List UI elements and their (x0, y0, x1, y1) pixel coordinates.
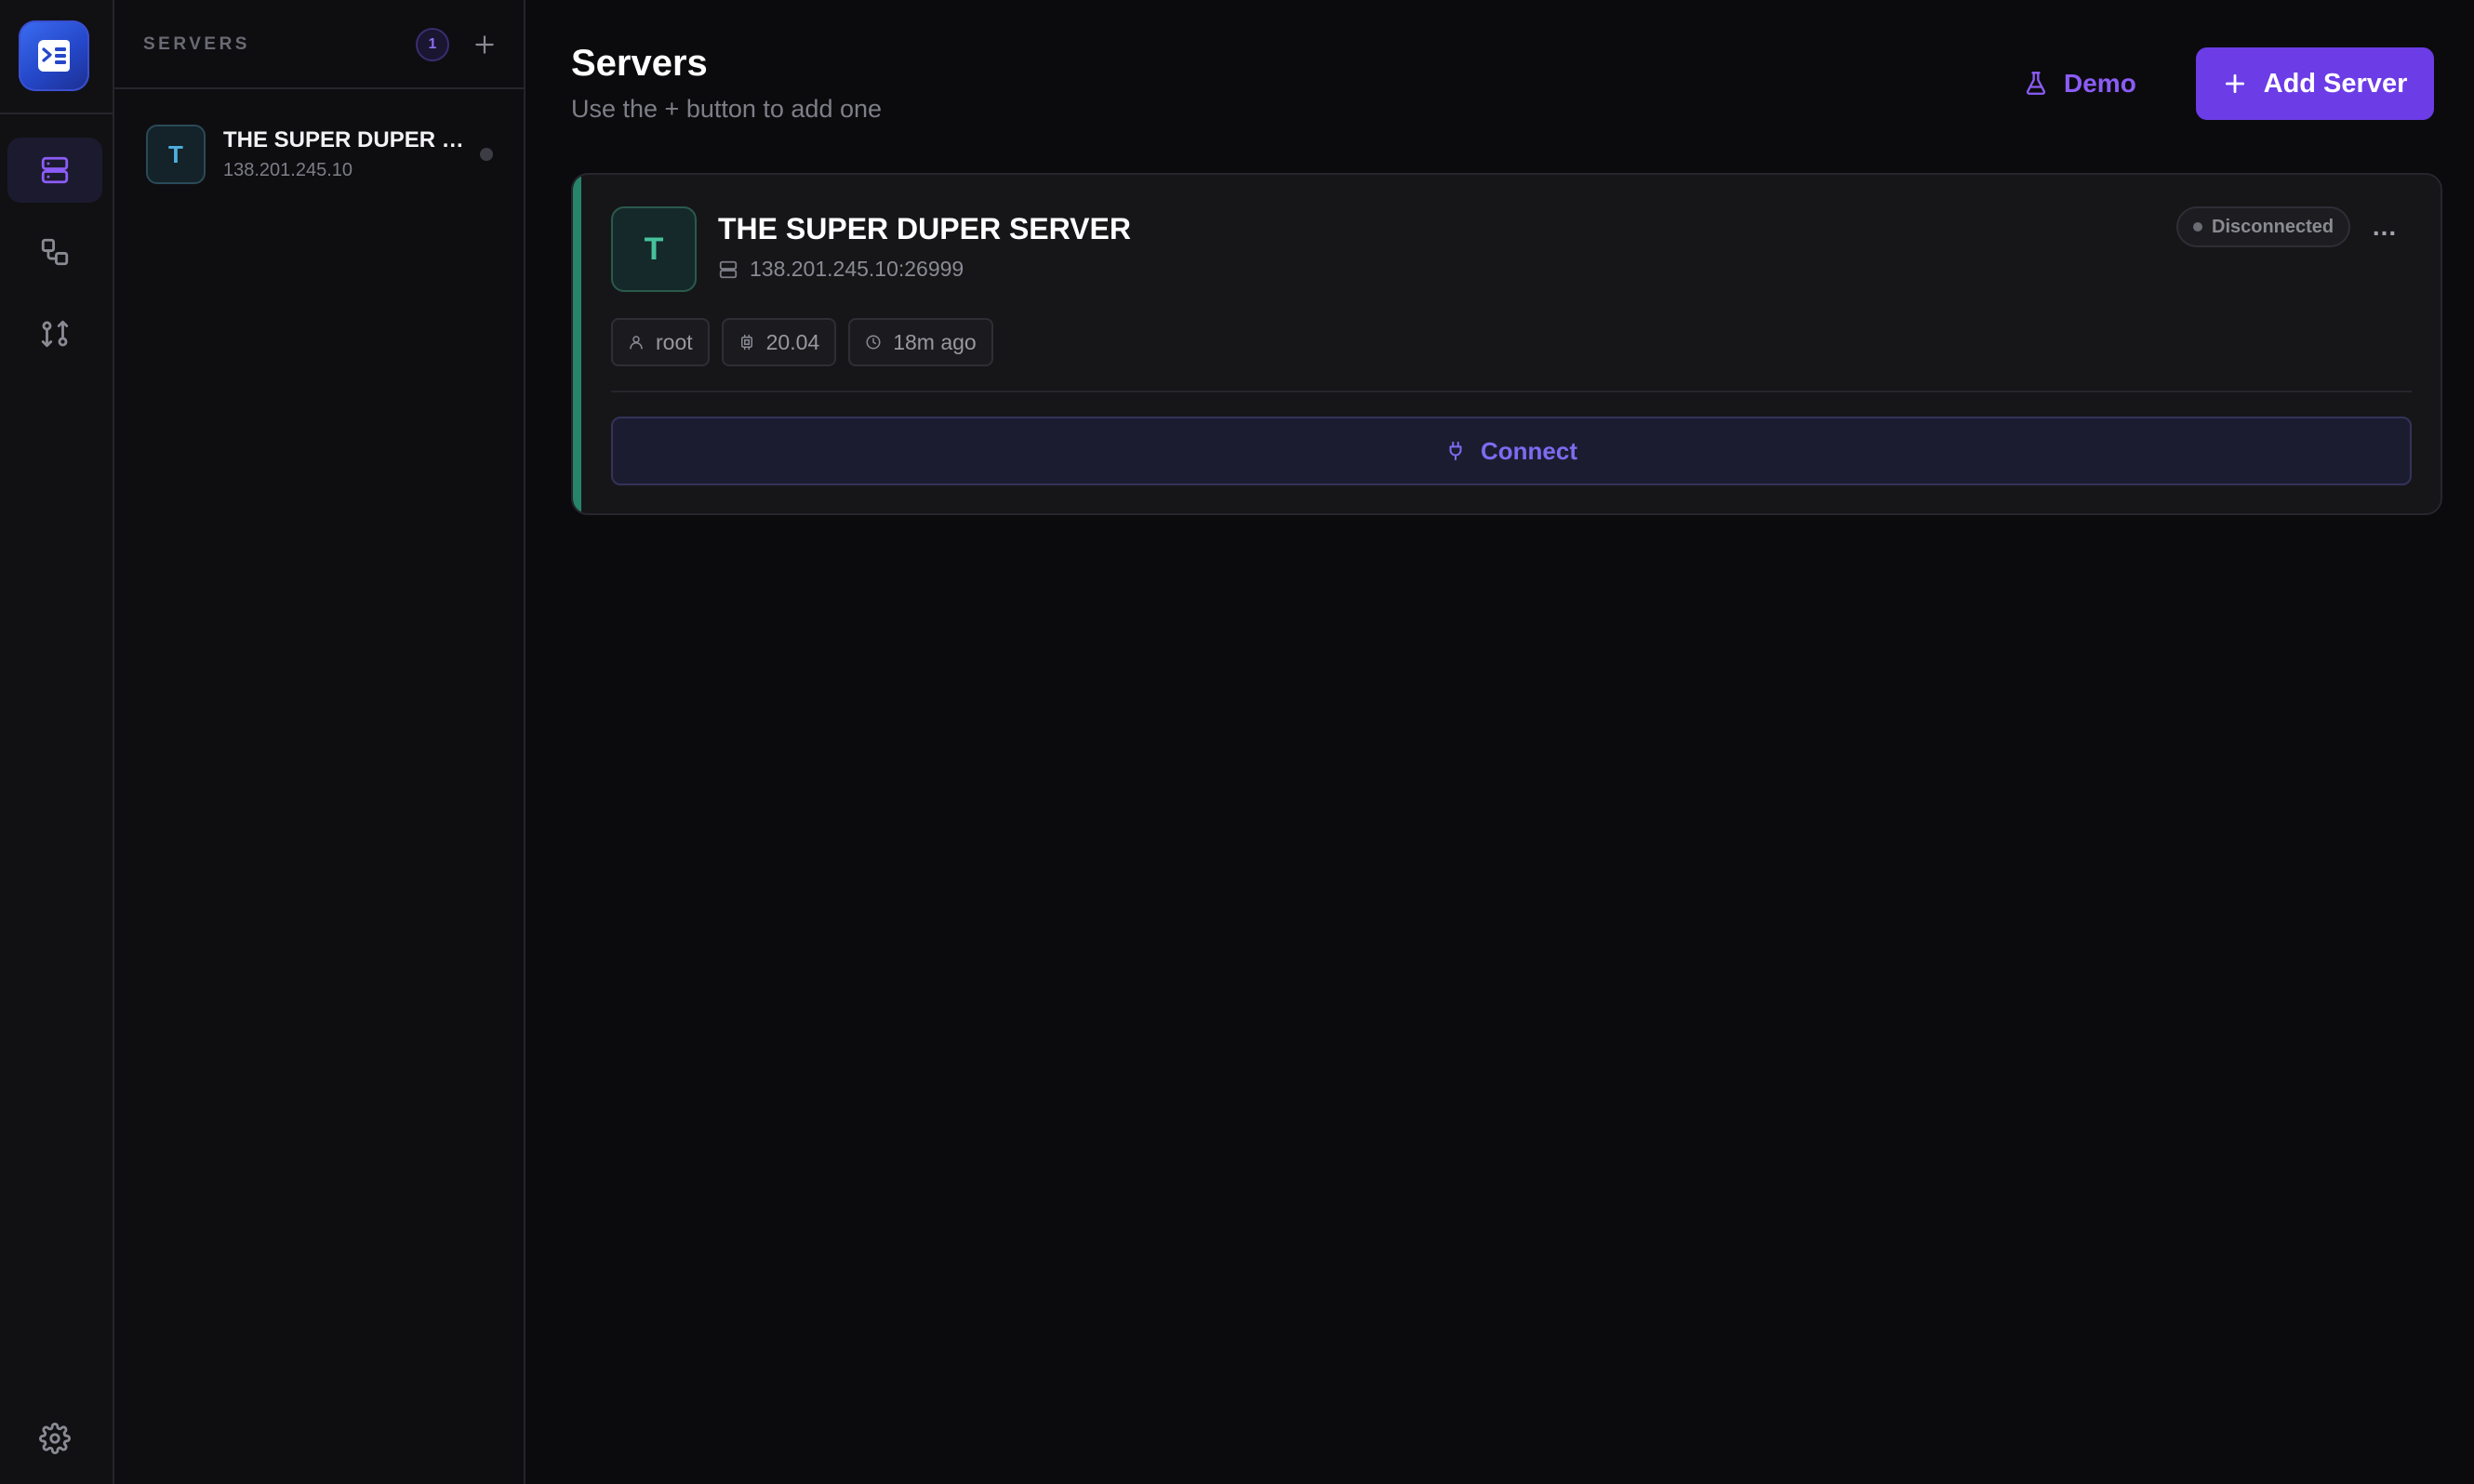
server-card-address-text: 138.201.245.10:26999 (750, 257, 964, 281)
terminal-logo-icon (38, 40, 70, 72)
transfer-icon (41, 320, 69, 348)
server-list-title: SERVERS (143, 34, 250, 54)
user-chip: root (611, 318, 710, 366)
last-seen-chip: 18m ago (848, 318, 993, 366)
server-list-header: SERVERS 1 (114, 0, 524, 89)
card-accent-bar (573, 175, 581, 513)
app-logo[interactable] (19, 20, 89, 91)
user-icon (630, 336, 643, 350)
demo-button[interactable]: Demo (2023, 54, 2209, 113)
demo-button-label: Demo (2064, 69, 2136, 98)
add-server-plus-button[interactable] (466, 26, 503, 63)
server-card-address: 138.201.245.10:26999 (718, 257, 964, 282)
server-list-item[interactable]: T THE SUPER DUPER SERVER 138.201.245.10 (126, 108, 511, 197)
rail-logo-area (0, 0, 113, 114)
page-title: Servers (571, 43, 708, 84)
connect-button-label: Connect (1481, 436, 1577, 465)
main-content: Servers Use the + button to add one Demo… (525, 0, 2474, 1484)
status-badge-label: Disconnected (2212, 216, 2334, 237)
server-count-badge: 1 (416, 28, 449, 61)
version-chip-label: 20.04 (765, 329, 820, 354)
flask-icon (2026, 72, 2046, 95)
server-list-panel: SERVERS 1 T THE SUPER DUPER SERVER 138.2… (114, 0, 525, 1484)
cpu-icon (740, 334, 752, 351)
server-status-dot (480, 148, 493, 161)
settings-button[interactable] (7, 1406, 102, 1471)
server-list-item-name: THE SUPER DUPER SERVER (223, 127, 474, 152)
connections-icon (41, 238, 69, 266)
card-divider (611, 391, 2412, 392)
add-server-button[interactable]: Add Server (2196, 47, 2434, 120)
plus-icon (2225, 73, 2244, 94)
connect-button[interactable]: Connect (611, 417, 2412, 485)
app-window: SERVERS 1 T THE SUPER DUPER SERVER 138.2… (0, 0, 2474, 1484)
server-avatar: T (146, 125, 206, 184)
server-card-avatar: T (611, 206, 697, 292)
nav-transfer-button[interactable] (7, 301, 102, 366)
more-options-button[interactable]: ... (2362, 208, 2407, 245)
icon-rail (0, 0, 114, 1484)
gear-icon (39, 1423, 71, 1454)
status-dot (2193, 222, 2202, 232)
server-info-chips: root 20.04 18m ago (611, 318, 993, 366)
server-icon (719, 260, 738, 278)
nav-servers-button[interactable] (7, 138, 102, 203)
user-chip-label: root (656, 329, 693, 354)
status-badge: Disconnected (2176, 206, 2351, 247)
version-chip: 20.04 (721, 318, 837, 366)
page-subtitle: Use the + button to add one (571, 95, 883, 123)
clock-icon (866, 335, 881, 350)
plug-icon (1449, 441, 1462, 461)
plus-icon (475, 35, 494, 54)
server-card-name: THE SUPER DUPER SERVER (718, 212, 1131, 245)
server-list-item-ip: 138.201.245.10 (223, 160, 353, 180)
add-server-button-label: Add Server (2263, 68, 2408, 99)
last-seen-chip-label: 18m ago (893, 329, 977, 354)
nav-connections-button[interactable] (7, 219, 102, 285)
server-card: T THE SUPER DUPER SERVER 138.201.245.10:… (571, 173, 2442, 515)
servers-icon (41, 156, 69, 184)
